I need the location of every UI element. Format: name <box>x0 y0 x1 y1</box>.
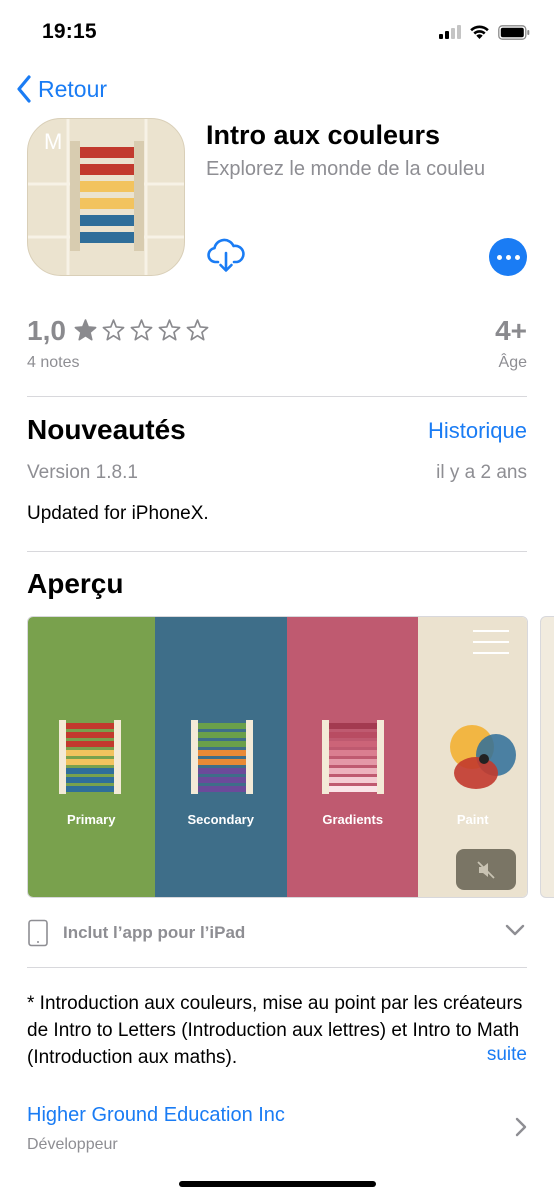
status-time: 19:15 <box>42 20 97 43</box>
developer-label: Développeur <box>27 1136 118 1153</box>
app-subtitle: Explorez le monde de la couleu <box>206 158 486 180</box>
more-link[interactable]: suite <box>476 1044 527 1066</box>
version-label: Version 1.8.1 <box>27 462 138 483</box>
app-description: * Introduction aux couleurs, mise au poi… <box>27 993 523 1068</box>
back-label: Retour <box>38 75 108 102</box>
download-cloud-icon <box>207 238 245 272</box>
ipad-included-label: Inclut l’app pour l’iPad <box>63 923 246 942</box>
abacus-icon <box>59 720 121 794</box>
preview-screenshot[interactable]: Primary Secondary Gradients Paint <box>27 616 528 898</box>
preview-panel-label: Paint <box>456 812 489 827</box>
rating-value: 1,0 <box>27 315 66 346</box>
app-icon: M <box>27 118 185 276</box>
tablet-icon <box>28 919 48 947</box>
mute-button[interactable] <box>456 849 517 890</box>
version-date: il y a 2 ans <box>436 462 527 483</box>
status-bar: 19:15 <box>0 0 554 64</box>
age-label: Âge <box>498 354 527 371</box>
star-icon <box>74 319 97 341</box>
age-rating: 4+ <box>495 315 527 346</box>
star-icon <box>130 319 153 341</box>
signal-icon <box>439 25 461 39</box>
divider <box>27 967 527 968</box>
more-dots-icon <box>496 254 502 260</box>
wifi-icon <box>470 25 489 39</box>
chevron-down-icon <box>505 924 525 936</box>
preview-title: Aperçu <box>27 568 124 599</box>
mute-icon <box>477 861 496 879</box>
battery-icon <box>498 24 530 40</box>
release-notes: Updated for iPhoneX. <box>27 503 209 524</box>
download-button[interactable] <box>206 238 246 274</box>
app-icon-letter: M <box>44 129 63 154</box>
chevron-right-icon <box>515 1117 527 1137</box>
more-options-button[interactable] <box>489 238 527 276</box>
divider <box>27 396 527 397</box>
star-icon <box>158 319 181 341</box>
star-icon <box>102 319 125 341</box>
preview-panel-paint: Paint <box>418 617 527 897</box>
back-chevron-icon <box>17 75 31 103</box>
next-screenshot-peek[interactable] <box>540 616 554 898</box>
divider <box>27 551 527 552</box>
home-indicator[interactable] <box>179 1181 376 1187</box>
whats-new-title: Nouveautés <box>27 414 186 445</box>
star-icon <box>186 319 209 341</box>
history-link[interactable]: Historique <box>428 418 527 444</box>
app-title: Intro aux couleurs <box>206 120 441 150</box>
paint-blobs-icon <box>450 725 517 789</box>
preview-panel-label: Gradients <box>322 812 384 827</box>
preview-panel-primary: Primary <box>28 617 155 897</box>
preview-panel-label: Primary <box>67 812 116 827</box>
status-icons <box>439 24 530 40</box>
rating-stars <box>73 318 210 343</box>
abacus-icon <box>321 720 384 794</box>
preview-panel-secondary: Secondary <box>154 617 287 897</box>
preview-panel-gradients: Gradients <box>286 617 419 897</box>
preview-panel-label: Secondary <box>187 812 254 827</box>
ipad-included-row[interactable]: Inclut l’app pour l’iPad <box>27 917 527 949</box>
menu-icon <box>473 630 510 654</box>
developer-name: Higher Ground Education Inc <box>27 1104 285 1126</box>
rating-count: 4 notes <box>27 354 80 371</box>
abacus-icon <box>190 720 253 794</box>
back-button[interactable]: Retour <box>16 72 107 106</box>
developer-row[interactable]: Higher Ground Education Inc Développeur <box>27 1104 527 1156</box>
